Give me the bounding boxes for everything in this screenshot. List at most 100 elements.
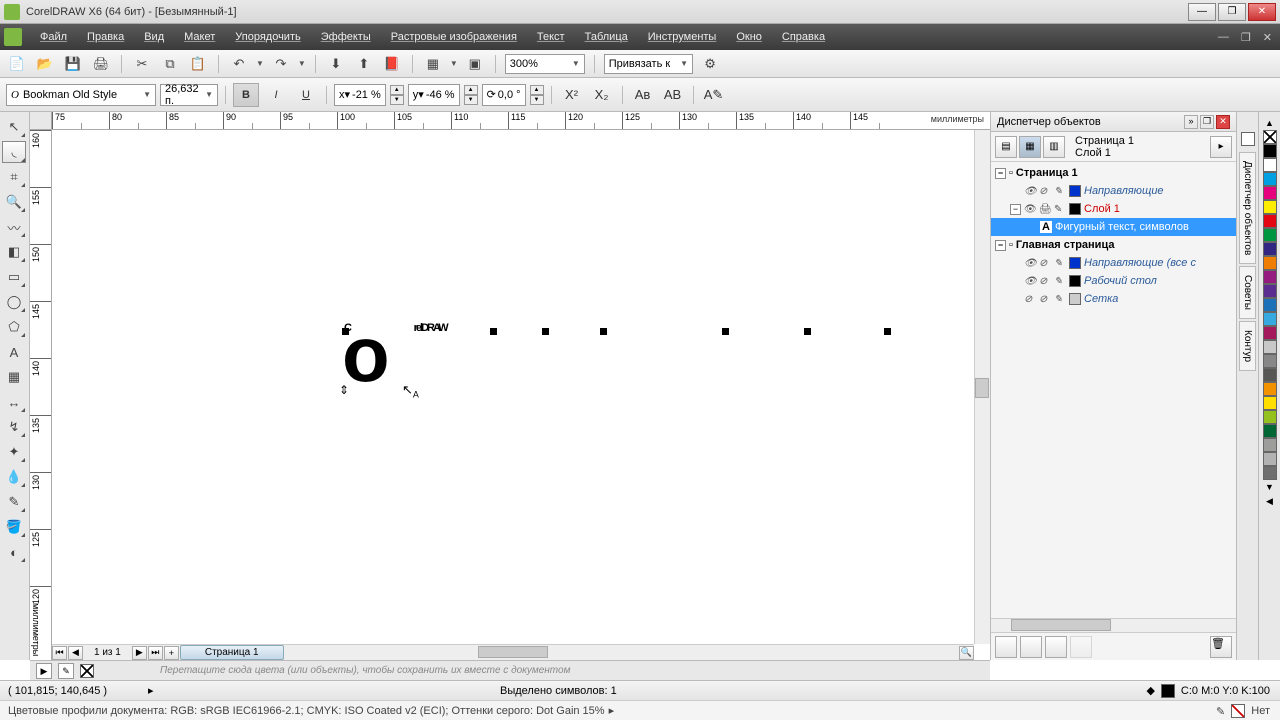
- color-swatch[interactable]: [1263, 144, 1277, 158]
- color-swatch[interactable]: [1263, 214, 1277, 228]
- menu-help[interactable]: Справка: [772, 31, 835, 43]
- printable-icon[interactable]: ⊘: [1039, 294, 1051, 305]
- editable-icon[interactable]: ✎: [1054, 294, 1066, 305]
- zoom-select[interactable]: 300% ▼: [505, 54, 585, 74]
- welcome-button[interactable]: ▣: [464, 53, 486, 75]
- tree-desktop-node[interactable]: 👁 ⊘ ✎ Рабочий стол: [991, 272, 1236, 290]
- visibility-icon[interactable]: 👁: [1024, 186, 1036, 197]
- visibility-icon[interactable]: 👁: [1024, 258, 1036, 269]
- tree-guides-all-node[interactable]: 👁 ⊘ ✎ Направляющие (все с: [991, 254, 1236, 272]
- vertical-scrollbar[interactable]: [974, 130, 990, 644]
- color-swatch[interactable]: [1263, 242, 1277, 256]
- editable-icon[interactable]: ✎: [1054, 204, 1066, 215]
- pick-tool[interactable]: ↖: [2, 116, 26, 138]
- paste-button[interactable]: 📋: [187, 53, 209, 75]
- minimize-button[interactable]: —: [1188, 3, 1216, 21]
- font-family-select[interactable]: OBookman Old Style ▼: [6, 84, 156, 106]
- visibility-icon[interactable]: 👁: [1024, 276, 1036, 287]
- cut-button[interactable]: ✂: [131, 53, 153, 75]
- print-button[interactable]: 🖨: [90, 53, 112, 75]
- interactive-fill-tool[interactable]: ◐: [2, 541, 26, 563]
- selection-handle[interactable]: [342, 328, 349, 335]
- scrollbar-thumb[interactable]: [975, 378, 989, 398]
- bold-button[interactable]: B: [233, 83, 259, 107]
- menu-arrange[interactable]: Упорядочить: [225, 31, 310, 43]
- horizontal-scrollbar[interactable]: [288, 646, 959, 660]
- collapse-icon[interactable]: −: [1010, 204, 1021, 215]
- selection-handle[interactable]: [600, 328, 607, 335]
- open-button[interactable]: 📂: [34, 53, 56, 75]
- freehand-tool[interactable]: 〰: [2, 216, 26, 238]
- outline-pen-icon[interactable]: ✎: [1216, 705, 1225, 718]
- layer-color-swatch[interactable]: [1069, 275, 1081, 287]
- copy-button[interactable]: ⧉: [159, 53, 181, 75]
- ellipse-tool[interactable]: ◯: [2, 291, 26, 313]
- smart-fill-tool[interactable]: ◧: [2, 241, 26, 263]
- docker-expand-button[interactable]: »: [1184, 115, 1198, 129]
- tree-page-node[interactable]: − ▫ Страница 1: [991, 164, 1236, 182]
- menu-bitmaps[interactable]: Растровые изображения: [381, 31, 527, 43]
- scrollbar-thumb[interactable]: [1011, 619, 1111, 631]
- docker-tab-object-manager[interactable]: Диспетчер объектов: [1239, 152, 1256, 264]
- editable-icon[interactable]: ✎: [1054, 258, 1066, 269]
- menu-text[interactable]: Текст: [527, 31, 575, 43]
- fill-color-swatch[interactable]: [1161, 684, 1175, 698]
- first-page-button[interactable]: ⏮: [52, 646, 67, 660]
- no-color-swatch[interactable]: [80, 664, 94, 678]
- new-master-layer-button[interactable]: [1020, 636, 1042, 658]
- printable-icon[interactable]: ⊘: [1039, 276, 1051, 287]
- docker-close-button[interactable]: ✕: [1216, 115, 1230, 129]
- shape-tool[interactable]: ◟: [2, 141, 26, 163]
- printable-icon[interactable]: ⊘: [1039, 258, 1051, 269]
- selection-handle[interactable]: [804, 328, 811, 335]
- outline-tool[interactable]: ✎: [2, 491, 26, 513]
- palette-scroll-up[interactable]: ▲: [1265, 116, 1274, 130]
- color-swatch[interactable]: [1263, 284, 1277, 298]
- vertical-ruler[interactable]: 160 155 150 145 140 135 130 125 120 милл…: [30, 130, 52, 660]
- horizontal-shift-field[interactable]: x▾ -21 %: [334, 84, 386, 106]
- menu-window[interactable]: Окно: [726, 31, 772, 43]
- tree-object-node-selected[interactable]: A Фигурный текст, символов: [991, 218, 1236, 236]
- color-swatch[interactable]: [1263, 340, 1277, 354]
- italic-button[interactable]: I: [263, 83, 289, 107]
- eyedropper-tool[interactable]: 💧: [2, 466, 26, 488]
- menu-layout[interactable]: Макет: [174, 31, 225, 43]
- selection-handle[interactable]: [884, 328, 891, 335]
- last-page-button[interactable]: ⏭: [148, 646, 163, 660]
- connector-tool[interactable]: ↯: [2, 416, 26, 438]
- docker-undock-button[interactable]: ❐: [1200, 115, 1214, 129]
- new-master-layer-all-button[interactable]: [1045, 636, 1067, 658]
- show-properties-button[interactable]: ▦: [1019, 136, 1041, 158]
- doc-minimize-button[interactable]: —: [1214, 31, 1233, 44]
- color-swatch[interactable]: [1263, 312, 1277, 326]
- menu-table[interactable]: Таблица: [575, 31, 638, 43]
- coord-flyout-icon[interactable]: ▸: [148, 684, 154, 697]
- text-tool[interactable]: A: [2, 341, 26, 363]
- drawing-canvas[interactable]: CorelDRAW ⇕ ↖A: [52, 130, 974, 644]
- rectangle-tool[interactable]: ▭: [2, 266, 26, 288]
- selection-handle[interactable]: [490, 328, 497, 335]
- color-swatch[interactable]: [1263, 326, 1277, 340]
- collapse-icon[interactable]: −: [995, 168, 1006, 179]
- color-swatch[interactable]: [1263, 368, 1277, 382]
- layer-color-swatch[interactable]: [1069, 203, 1081, 215]
- horizontal-ruler[interactable]: 75 80 85 90 95 100 105 110 115 120 125 1…: [52, 112, 990, 130]
- save-button[interactable]: 💾: [62, 53, 84, 75]
- tree-layer-node[interactable]: − 👁 🖨 ✎ Слой 1: [991, 200, 1236, 218]
- selection-handle[interactable]: [722, 328, 729, 335]
- snap-to-select[interactable]: Привязать к ▼: [604, 54, 693, 74]
- maximize-button[interactable]: ❐: [1218, 3, 1246, 21]
- docker-tab-outline[interactable]: Контур: [1239, 321, 1256, 371]
- zoom-tool[interactable]: 🔍: [2, 191, 26, 213]
- underline-button[interactable]: U: [293, 83, 319, 107]
- no-outline-swatch[interactable]: [1231, 704, 1245, 718]
- printable-icon[interactable]: 🖨: [1039, 204, 1051, 215]
- export-button[interactable]: ⬆: [353, 53, 375, 75]
- editable-icon[interactable]: ✎: [1054, 276, 1066, 287]
- interactive-tool[interactable]: ✦: [2, 441, 26, 463]
- color-swatch[interactable]: [1263, 200, 1277, 214]
- new-button[interactable]: 📄: [6, 53, 28, 75]
- color-swatch[interactable]: [1263, 466, 1277, 480]
- crop-tool[interactable]: ⌗: [2, 166, 26, 188]
- scrollbar-thumb[interactable]: [478, 646, 548, 658]
